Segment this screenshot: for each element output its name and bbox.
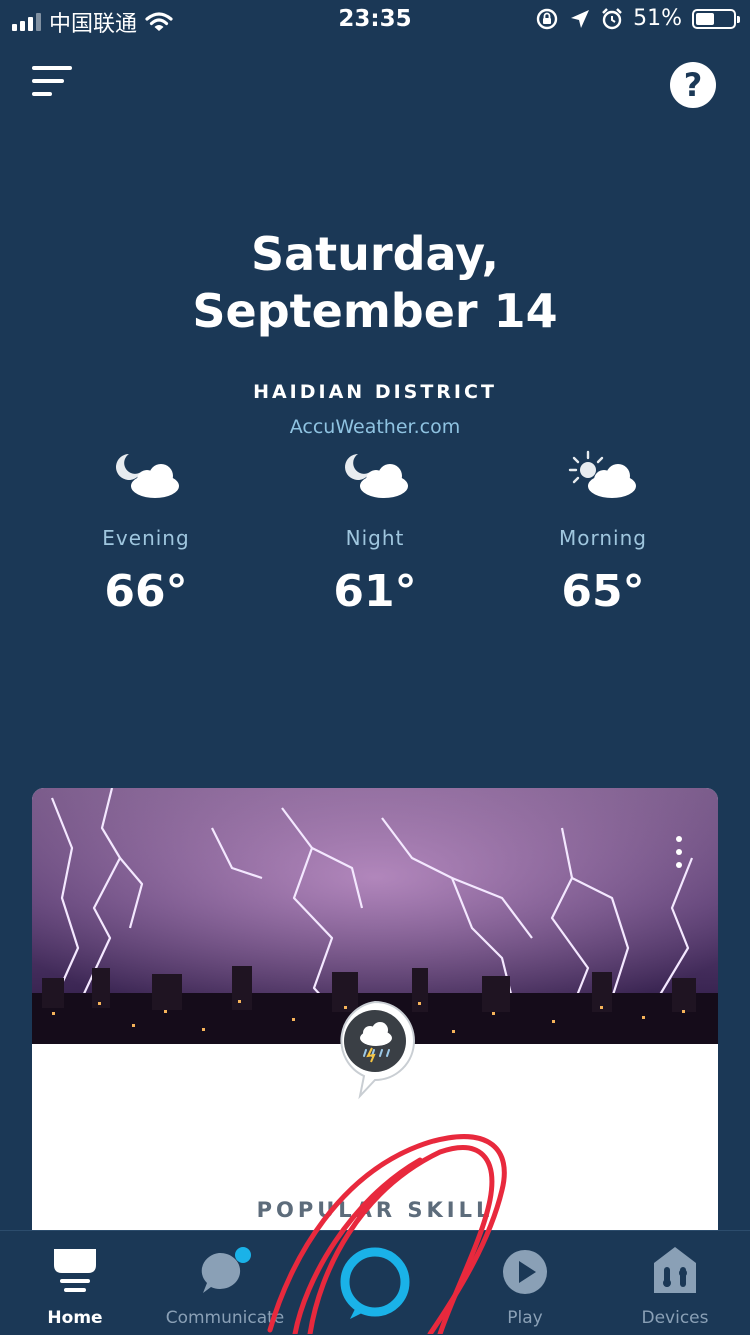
card-label: POPULAR SKILL: [256, 1198, 494, 1222]
nav-label: Communicate: [165, 1308, 285, 1328]
bottom-nav: Home Communicate Play Devices: [0, 1230, 750, 1335]
rotation-lock-icon: [536, 8, 558, 29]
devices-house-icon: [654, 1247, 696, 1293]
weather-location: HAIDIAN DISTRICT: [253, 381, 497, 403]
weather-source-link[interactable]: AccuWeather.com: [0, 416, 750, 438]
chat-bubble-icon: [201, 1247, 251, 1293]
nav-label: Devices: [641, 1308, 709, 1328]
forecast-label: Night: [345, 526, 405, 550]
forecast-temp: 65°: [561, 566, 645, 617]
status-right: 51%: [535, 6, 740, 31]
date-line-2: September 14: [192, 284, 558, 338]
nav-play[interactable]: Play: [450, 1231, 600, 1335]
battery-percent: 51%: [633, 6, 682, 31]
more-options-icon[interactable]: [676, 836, 682, 875]
forecast-temp: 66°: [104, 566, 188, 617]
nav-alexa[interactable]: [300, 1231, 450, 1335]
nav-communicate[interactable]: Communicate: [150, 1231, 300, 1335]
nav-devices[interactable]: Devices: [600, 1231, 750, 1335]
battery-icon: [692, 8, 740, 29]
nav-label: Home: [47, 1308, 103, 1328]
weather-skill-icon: [340, 1000, 415, 1100]
home-icon: [54, 1249, 96, 1292]
nav-home[interactable]: Home: [0, 1231, 150, 1335]
location-arrow-icon: [571, 9, 590, 28]
moon-cloud-icon: [345, 454, 408, 498]
forecast-evening: Evening 66°: [66, 450, 226, 617]
forecast-label: Morning: [559, 526, 647, 550]
alarm-icon: [602, 7, 622, 29]
moon-cloud-icon: [116, 454, 179, 498]
forecast-morning: Morning 65°: [523, 450, 683, 617]
hamburger-menu-icon[interactable]: [32, 66, 72, 102]
status-bar: 中国联通 23:35 51%: [0, 0, 750, 42]
help-button[interactable]: ?: [670, 62, 716, 108]
nav-label: Play: [507, 1308, 543, 1328]
alexa-ring-icon: [340, 1247, 410, 1319]
date-line-1: Saturday,: [250, 227, 500, 281]
weather-forecast[interactable]: Evening 66° Night 61° Morning 65°: [0, 450, 750, 630]
popular-skill-card[interactable]: POPULAR SKILL: [32, 788, 718, 1248]
forecast-temp: 61°: [333, 566, 417, 617]
play-icon: [503, 1250, 547, 1294]
forecast-night: Night 61°: [295, 450, 455, 617]
sun-cloud-icon: [568, 450, 636, 498]
date-heading: Saturday, September 14: [0, 226, 750, 340]
forecast-label: Evening: [102, 526, 190, 550]
